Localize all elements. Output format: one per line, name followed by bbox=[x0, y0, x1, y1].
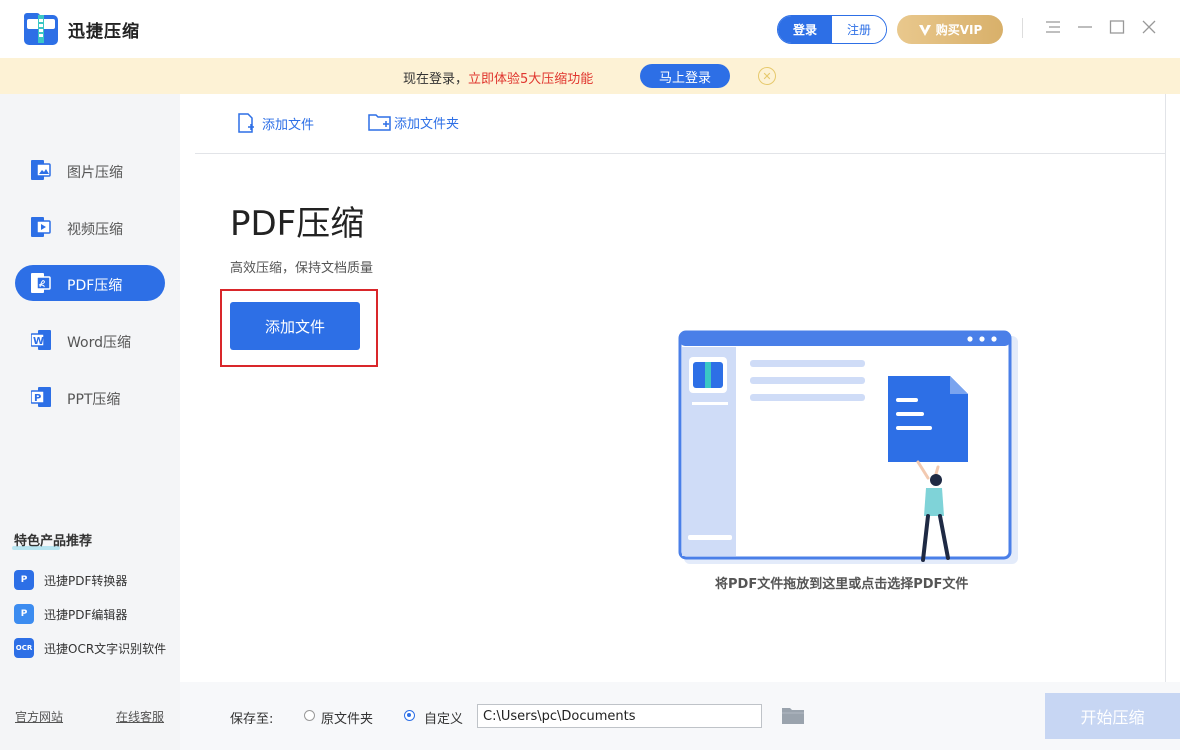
ppt-icon: P bbox=[31, 387, 51, 407]
sidebar-item-label: 图片压缩 bbox=[67, 165, 123, 181]
output-path-input[interactable] bbox=[477, 704, 762, 728]
image-icon bbox=[31, 160, 51, 180]
app-logo-icon bbox=[24, 13, 58, 45]
svg-text:W: W bbox=[33, 336, 44, 347]
sidebar-item-label: PDF压缩 bbox=[67, 278, 123, 294]
banner-text-highlight: 立即体验5大压缩功能 bbox=[468, 72, 594, 87]
radio-custom-folder[interactable] bbox=[404, 710, 415, 721]
toolbar-divider bbox=[195, 153, 1165, 154]
toolbar-add-folder-label: 添加文件夹 bbox=[394, 116, 460, 132]
recommend-item-label: 迅捷PDF编辑器 bbox=[44, 607, 128, 622]
toolbar-add-file-button[interactable]: 添加文件 bbox=[236, 112, 314, 134]
svg-text:P: P bbox=[34, 393, 41, 404]
window-controls-divider bbox=[1022, 18, 1023, 38]
menu-icon[interactable] bbox=[1044, 18, 1062, 36]
pdf-icon bbox=[31, 273, 51, 293]
toolbar-add-folder-button[interactable]: 添加文件夹 bbox=[368, 112, 459, 132]
toolbar-add-file-label: 添加文件 bbox=[262, 117, 315, 133]
sidebar-item-label: PPT压缩 bbox=[67, 392, 121, 408]
sidebar-item-image[interactable]: 图片压缩 bbox=[15, 152, 165, 188]
start-compress-button[interactable]: 开始压缩 bbox=[1045, 693, 1180, 739]
drop-hint-text[interactable]: 将PDF文件拖放到这里或点击选择PDF文件 bbox=[715, 573, 968, 592]
radio-original-folder-label[interactable]: 原文件夹 bbox=[321, 708, 373, 727]
pdf-editor-icon: P bbox=[14, 604, 34, 624]
word-icon: W bbox=[31, 330, 51, 350]
banner-close-icon[interactable]: ✕ bbox=[758, 67, 776, 85]
radio-custom-folder-label[interactable]: 自定义 bbox=[424, 708, 463, 727]
add-file-icon bbox=[238, 113, 254, 133]
page-subtitle: 高效压缩，保持文档质量 bbox=[230, 261, 374, 276]
sidebar-item-pdf[interactable]: PDF压缩 bbox=[15, 265, 165, 301]
close-icon[interactable] bbox=[1140, 18, 1158, 36]
radio-original-folder[interactable] bbox=[304, 710, 315, 721]
pdf-converter-icon: P bbox=[14, 570, 34, 590]
sidebar-item-label: 视频压缩 bbox=[67, 222, 123, 238]
ocr-icon: OCR bbox=[14, 638, 34, 658]
minimize-icon[interactable] bbox=[1076, 18, 1094, 36]
banner-text-prefix: 现在登录， bbox=[403, 72, 469, 87]
sidebar: 图片压缩 视频压缩 PDF压缩 W Word压缩 P PPT压缩 特色产品推荐 … bbox=[0, 94, 180, 750]
vip-icon bbox=[918, 24, 931, 36]
recommend-item-pdf-converter[interactable]: P 迅捷PDF转换器 bbox=[14, 570, 127, 590]
buy-vip-button[interactable]: 购买VIP bbox=[897, 15, 1003, 44]
auth-button-group: 登录 注册 bbox=[777, 15, 887, 44]
sidebar-item-word[interactable]: W Word压缩 bbox=[15, 322, 165, 358]
add-file-button[interactable]: 添加文件 bbox=[230, 302, 360, 350]
recommend-item-label: 迅捷PDF转换器 bbox=[44, 573, 128, 588]
banner-text: 现在登录，立即体验5大压缩功能 bbox=[403, 68, 593, 87]
recommend-title: 特色产品推荐 bbox=[14, 534, 93, 549]
buy-vip-label: 购买VIP bbox=[935, 23, 983, 37]
banner-login-button[interactable]: 马上登录 bbox=[640, 64, 730, 88]
browse-folder-icon[interactable] bbox=[781, 705, 805, 725]
add-folder-icon bbox=[368, 114, 391, 131]
recommend-item-ocr[interactable]: OCR 迅捷OCR文字识别软件 bbox=[14, 638, 166, 658]
recommend-item-label: 迅捷OCR文字识别软件 bbox=[44, 641, 167, 656]
video-icon bbox=[31, 217, 51, 237]
main-panel-border bbox=[1165, 94, 1166, 682]
login-promo-banner: 现在登录，立即体验5大压缩功能 马上登录 ✕ bbox=[0, 58, 1180, 94]
recommend-item-pdf-editor[interactable]: P 迅捷PDF编辑器 bbox=[14, 604, 127, 624]
app-title: 迅捷压缩 bbox=[68, 22, 140, 42]
page-title: PDF压缩 bbox=[230, 204, 365, 244]
register-button[interactable]: 注册 bbox=[832, 16, 886, 43]
online-support-link[interactable]: 在线客服 bbox=[116, 708, 164, 725]
drop-zone-illustration[interactable] bbox=[670, 322, 1020, 572]
sidebar-item-video[interactable]: 视频压缩 bbox=[15, 209, 165, 245]
save-to-label: 保存至: bbox=[230, 712, 274, 727]
official-website-link[interactable]: 官方网站 bbox=[15, 708, 63, 725]
maximize-icon[interactable] bbox=[1108, 18, 1126, 36]
title-bar: 迅捷压缩 登录 注册 购买VIP bbox=[0, 0, 1180, 58]
sidebar-item-label: Word压缩 bbox=[67, 335, 131, 351]
sidebar-item-ppt[interactable]: P PPT压缩 bbox=[15, 379, 165, 415]
login-button[interactable]: 登录 bbox=[778, 16, 832, 43]
